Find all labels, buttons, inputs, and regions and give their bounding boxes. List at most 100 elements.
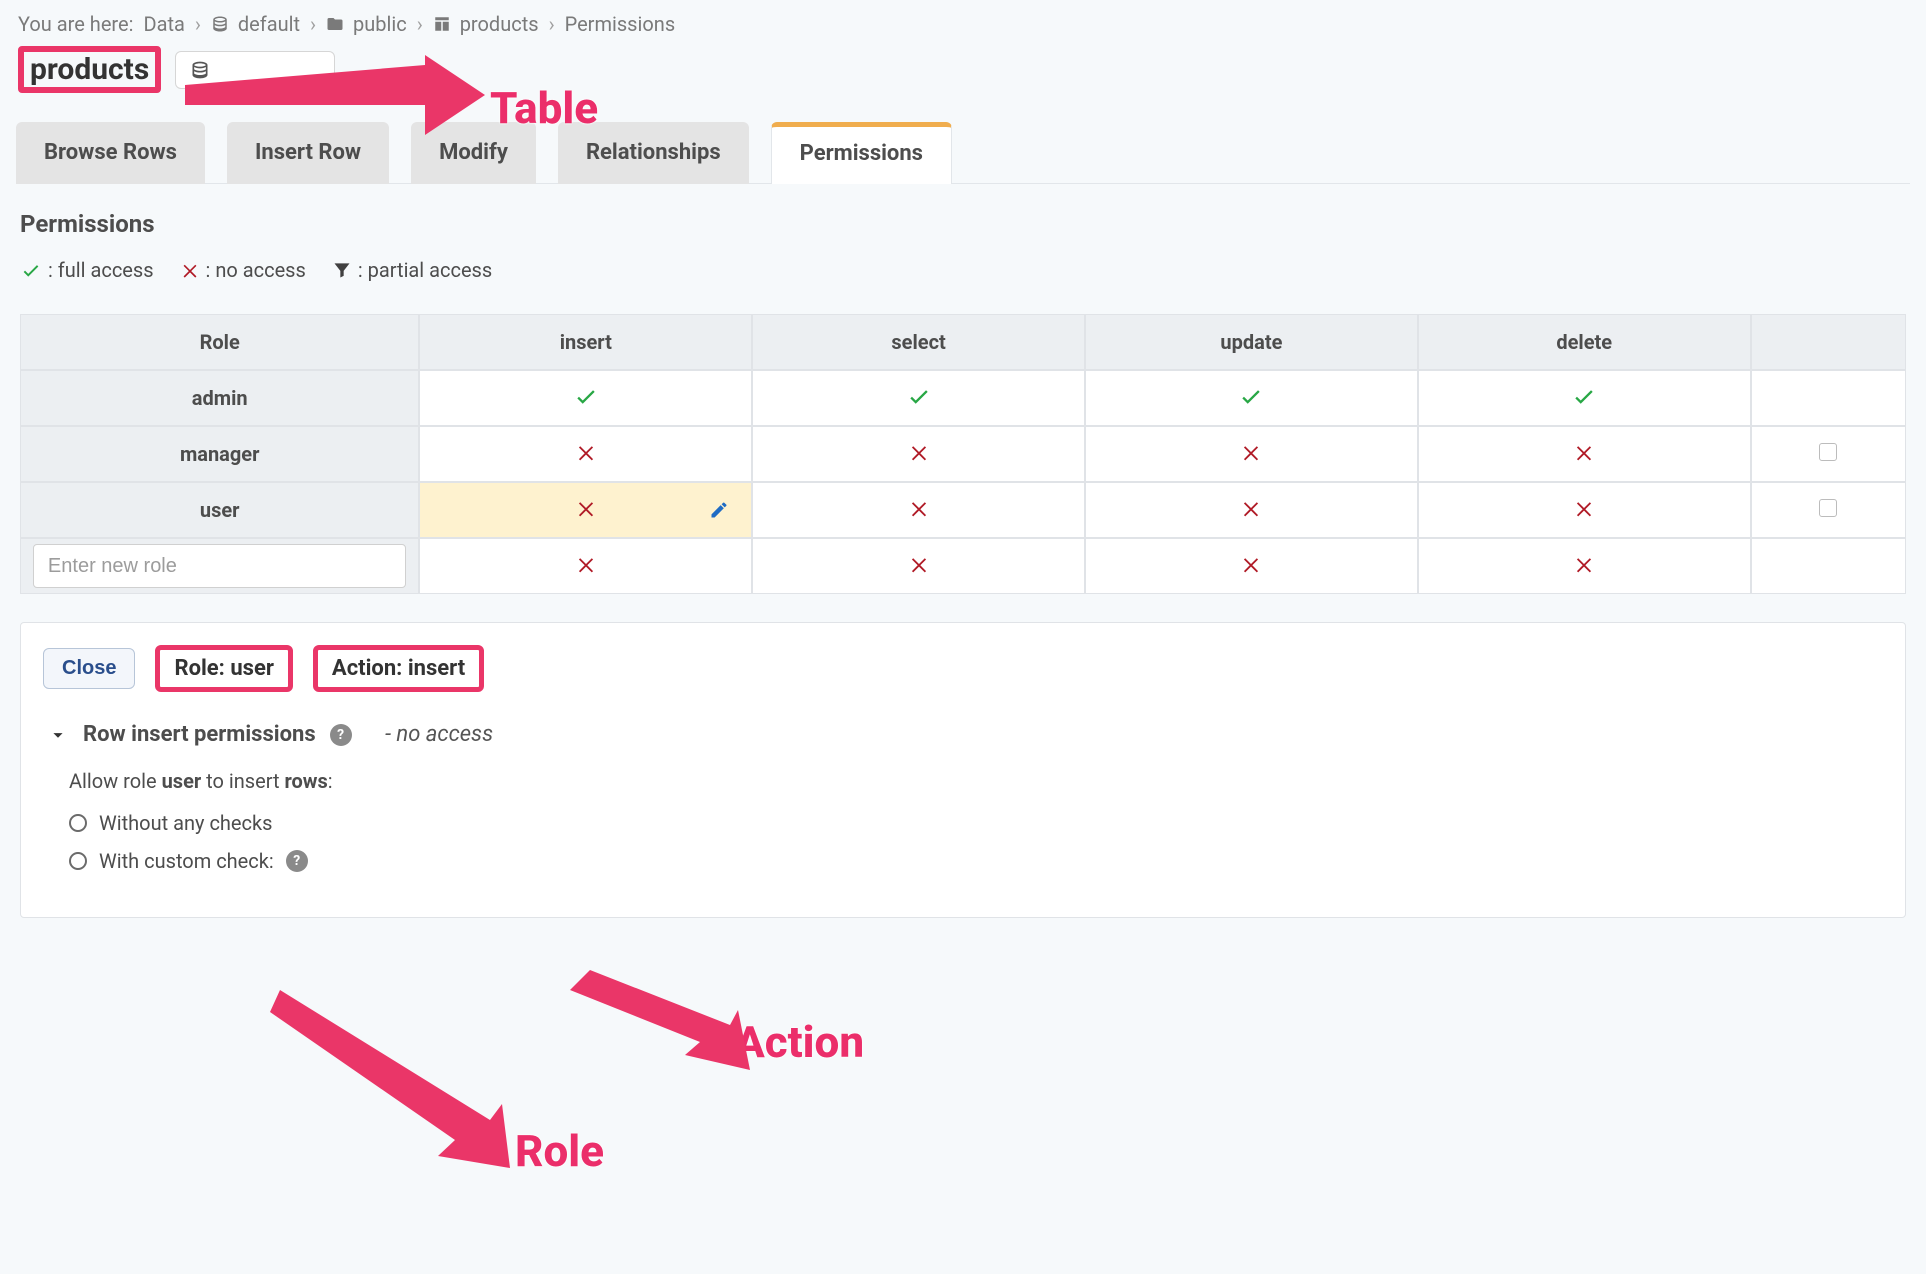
funnel-icon [332, 260, 352, 280]
allow-line: Allow role user to insert rows: [69, 769, 1883, 793]
database-icon [190, 60, 210, 80]
breadcrumb-db-label: default [238, 12, 300, 36]
database-icon [211, 15, 229, 33]
cell-user-bulk[interactable] [1751, 482, 1906, 538]
cell-new-bulk [1751, 538, 1906, 594]
chevron-right-icon: › [417, 12, 423, 36]
allow-prefix: Allow role [69, 769, 162, 793]
breadcrumb-db[interactable]: default [211, 12, 300, 36]
tab-insert-row[interactable]: Insert Row [227, 122, 389, 184]
caret-down-icon [47, 724, 69, 746]
cell-user-update[interactable] [1085, 482, 1418, 538]
action-badge: Action: insert [313, 645, 484, 692]
cell-admin-insert[interactable] [419, 370, 752, 426]
title-row: products [18, 46, 1914, 93]
cell-admin-delete[interactable] [1418, 370, 1751, 426]
chevron-right-icon: › [310, 12, 316, 36]
tabs: Browse Rows Insert Row Modify Relationsh… [16, 121, 1910, 184]
cell-manager-bulk[interactable] [1751, 426, 1906, 482]
annotation-action: Action [735, 1016, 864, 1068]
role-user: user [20, 482, 419, 538]
col-delete: delete [1418, 314, 1751, 370]
option-custom-check[interactable]: With custom check: ? [69, 849, 1883, 873]
chevron-right-icon: › [195, 12, 201, 36]
title-dropdown[interactable] [175, 51, 335, 89]
tab-modify[interactable]: Modify [411, 122, 536, 184]
pencil-icon[interactable] [709, 500, 729, 520]
radio[interactable] [69, 852, 87, 870]
check-icon [573, 383, 599, 409]
allow-mid: to insert [201, 769, 284, 793]
permission-editor: Close Role: user Action: insert Row inse… [20, 622, 1906, 918]
role-admin: admin [20, 370, 419, 426]
cross-icon [908, 441, 930, 463]
legend-none: : no access [206, 258, 306, 282]
cross-icon [1573, 497, 1595, 519]
breadcrumb-table[interactable]: products [433, 12, 539, 36]
help-icon[interactable]: ? [286, 850, 308, 872]
cell-user-select[interactable] [752, 482, 1085, 538]
option-no-check[interactable]: Without any checks [69, 811, 1883, 835]
cell-admin-select[interactable] [752, 370, 1085, 426]
cross-icon [908, 553, 930, 575]
cross-icon [1573, 553, 1595, 575]
subhead-title: Row insert permissions [83, 722, 316, 747]
new-role-cell [20, 538, 419, 594]
col-insert: insert [419, 314, 752, 370]
check-icon [906, 383, 932, 409]
cell-new-update[interactable] [1085, 538, 1418, 594]
breadcrumb-data[interactable]: Data [143, 12, 184, 36]
tab-relationships[interactable]: Relationships [558, 122, 749, 184]
annotation-role: Role [515, 1125, 604, 1177]
allow-obj: rows [284, 769, 327, 793]
cell-manager-insert[interactable] [419, 426, 752, 482]
page-title: products [18, 46, 161, 93]
col-bulk [1751, 314, 1906, 370]
table-row: user [20, 482, 1906, 538]
tab-browse-rows[interactable]: Browse Rows [16, 122, 205, 184]
option-label: Without any checks [99, 811, 272, 835]
check-icon [20, 259, 42, 281]
breadcrumb-table-label: products [460, 12, 539, 36]
new-role-input[interactable] [33, 544, 407, 588]
radio[interactable] [69, 814, 87, 832]
col-select: select [752, 314, 1085, 370]
arrow-icon [570, 970, 750, 1070]
cross-icon [575, 441, 597, 463]
table-row: admin [20, 370, 1906, 426]
cell-user-delete[interactable] [1418, 482, 1751, 538]
arrow-icon [270, 990, 530, 1170]
cross-icon [908, 497, 930, 519]
breadcrumb-schema[interactable]: public [326, 12, 407, 36]
checkbox[interactable] [1819, 443, 1837, 461]
breadcrumb-leaf: Permissions [565, 12, 676, 36]
cross-icon [1240, 497, 1262, 519]
cell-admin-update[interactable] [1085, 370, 1418, 426]
cross-icon [575, 497, 597, 519]
cell-new-delete[interactable] [1418, 538, 1751, 594]
check-icon [1238, 383, 1264, 409]
cell-new-select[interactable] [752, 538, 1085, 594]
help-icon[interactable]: ? [330, 724, 352, 746]
close-button[interactable]: Close [43, 648, 135, 689]
breadcrumb-prefix: You are here: [18, 12, 133, 36]
col-role: Role [20, 314, 419, 370]
cell-user-insert[interactable] [419, 482, 752, 538]
cell-manager-delete[interactable] [1418, 426, 1751, 482]
breadcrumb: You are here: Data › default › public › … [18, 12, 1914, 36]
section-title: Permissions [20, 210, 1906, 238]
tab-permissions[interactable]: Permissions [771, 122, 952, 184]
editor-subhead[interactable]: Row insert permissions ? - no access [47, 722, 1879, 747]
table-icon [433, 15, 451, 33]
cell-admin-bulk [1751, 370, 1906, 426]
checkbox[interactable] [1819, 499, 1837, 517]
role-badge: Role: user [155, 645, 292, 692]
option-label: With custom check: [99, 849, 274, 873]
role-manager: manager [20, 426, 419, 482]
folder-icon [326, 15, 344, 33]
cell-new-insert[interactable] [419, 538, 752, 594]
cell-manager-update[interactable] [1085, 426, 1418, 482]
cross-icon [575, 553, 597, 575]
legend-partial: : partial access [358, 258, 492, 282]
cell-manager-select[interactable] [752, 426, 1085, 482]
